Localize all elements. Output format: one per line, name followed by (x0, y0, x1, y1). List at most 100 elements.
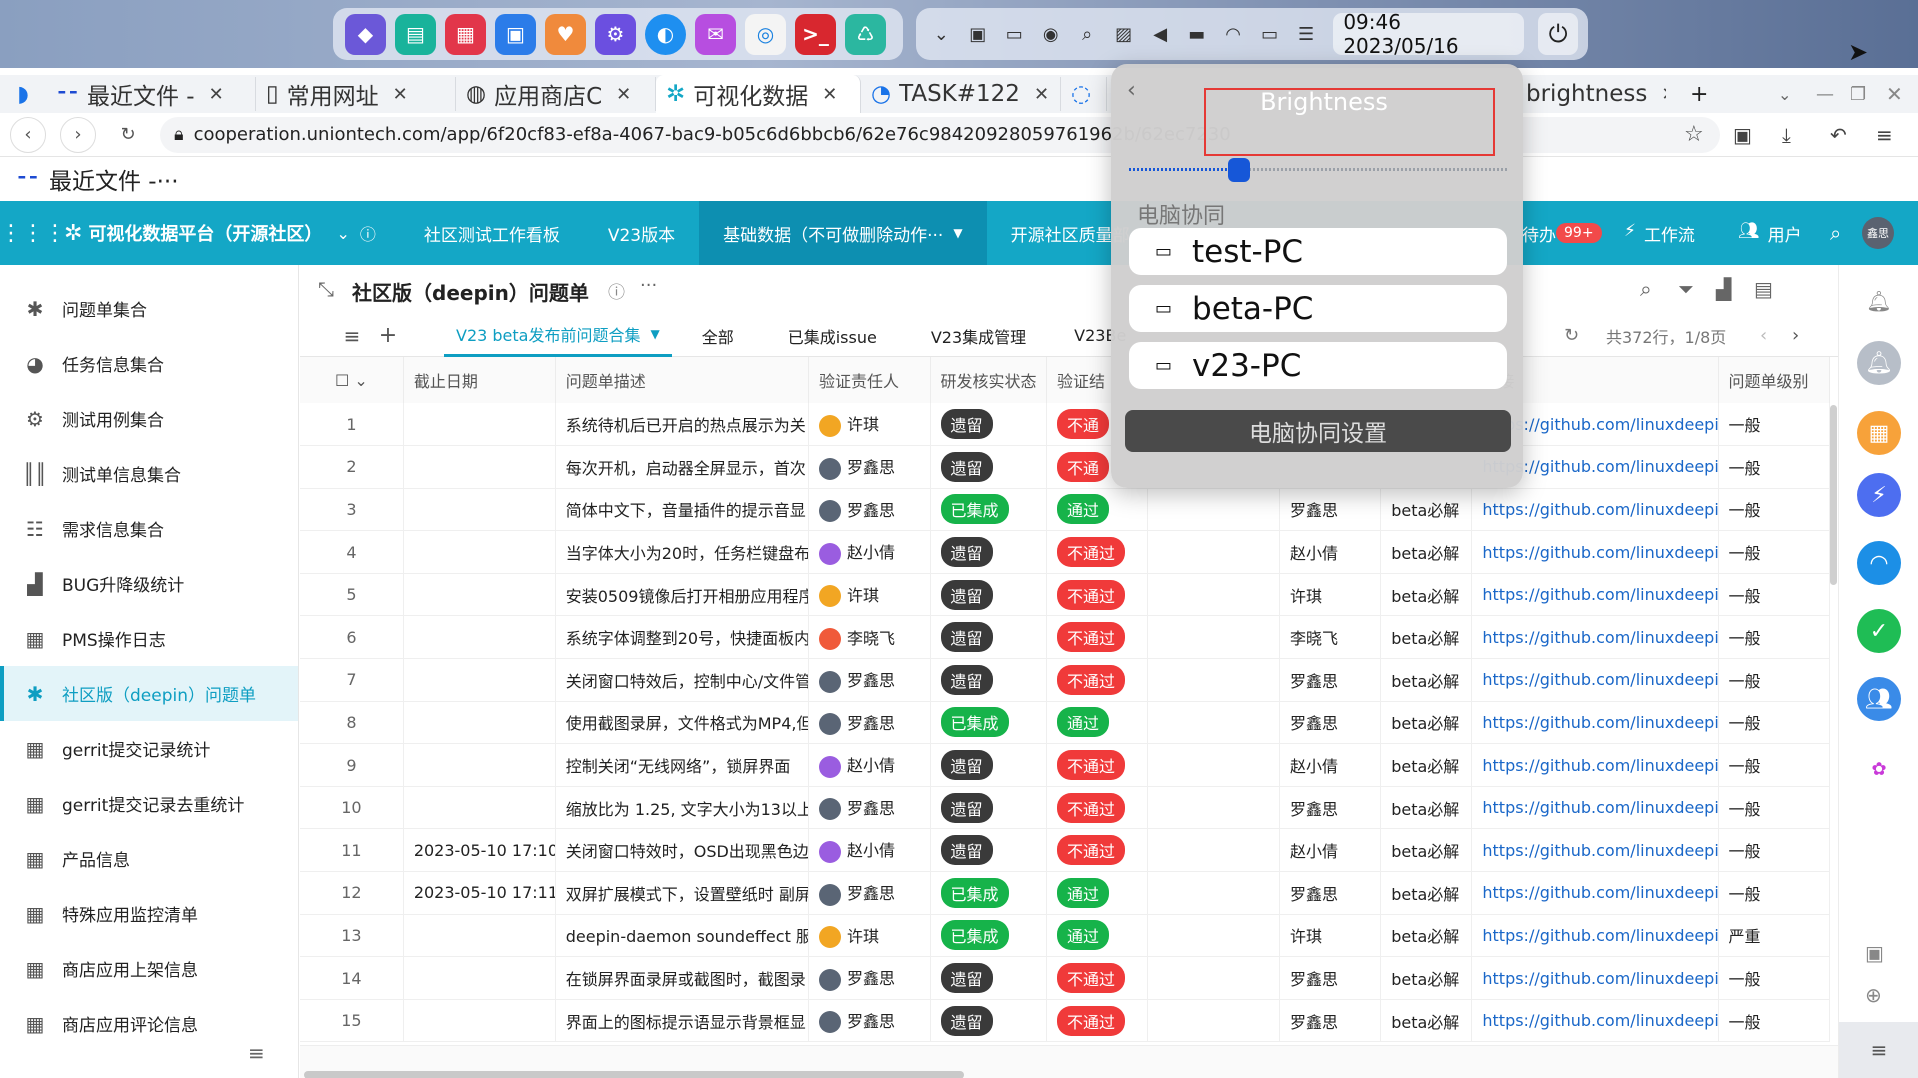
owner-cell[interactable]: 许琪 (808, 573, 931, 617)
mail-icon[interactable]: ✉ (695, 13, 736, 55)
owner-cell[interactable]: 许琪 (808, 914, 931, 958)
new-tab-icon[interactable]: + (1690, 82, 1708, 107)
info-icon[interactable]: ⓘ (608, 278, 625, 303)
maximize-icon[interactable]: ❐ (1850, 84, 1866, 105)
due-date-cell[interactable] (403, 658, 556, 702)
person-cell[interactable]: 罗鑫思 (1279, 658, 1382, 702)
table-row[interactable]: 2 每次开机，启动器全屏显示，首次 罗鑫思 遗留 不通 https://github.co… (300, 445, 1830, 489)
sidebar-item-testcases[interactable]: ⚙ 测试用例集合 (0, 391, 298, 446)
level-cell[interactable]: 一般 (1718, 999, 1830, 1043)
brightness-slider[interactable] (1129, 158, 1507, 182)
dev-status-cell[interactable]: 遗留 (930, 828, 1047, 873)
device-item[interactable]: ▭ test-PC (1129, 228, 1507, 275)
owner-cell[interactable]: 许琪 (808, 403, 931, 447)
chevron-down-icon[interactable]: ⌄ (926, 18, 956, 50)
table-row[interactable]: 4 当字体大小为20时，任务栏键盘布 赵小倩 遗留 不通过 赵小倩 beta必解 https:… (300, 530, 1830, 574)
dev-status-cell[interactable]: 已集成 (930, 914, 1047, 958)
sidebar-item-bug-stats[interactable]: ▟ BUG升降级统计 (0, 556, 298, 611)
nav-v23[interactable]: V23版本 (584, 201, 699, 265)
filter-icon[interactable]: ⏷ (1678, 277, 1694, 301)
sidebar-item-tasks[interactable]: ◕ 任务信息集合 (0, 336, 298, 391)
person-cell[interactable]: 罗鑫思 (1279, 786, 1382, 830)
dev-status-cell[interactable]: 已集成 (930, 871, 1047, 915)
description-cell[interactable]: 双屏扩展模式下，设置壁纸时 副屏 (555, 871, 809, 915)
column-header[interactable]: 验证责任人 (808, 357, 931, 403)
dev-status-cell[interactable]: 遗留 (930, 573, 1047, 617)
more-icon[interactable]: ··· (640, 275, 657, 296)
dev-status-cell[interactable]: 已集成 (930, 488, 1047, 532)
tag-cell[interactable]: beta必解 (1380, 956, 1473, 1000)
verify-result-cell[interactable]: 不通过 (1046, 956, 1149, 1000)
empty-cell[interactable] (1147, 914, 1280, 958)
person-cell[interactable]: 罗鑫思 (1279, 999, 1382, 1043)
description-cell[interactable]: 控制关闭“无线网络”，锁屏界面 (555, 743, 809, 787)
slider-thumb[interactable] (1227, 158, 1250, 182)
owner-cell[interactable]: 李晓飞 (808, 615, 931, 660)
sidebar-item-gerrit-dedup[interactable]: ▦ gerrit提交记录去重统计 (0, 776, 298, 831)
description-cell[interactable]: 缩放比为 1.25, 文字大小为13以上 (555, 786, 809, 830)
device-item[interactable]: ▭ v23-PC (1129, 342, 1507, 389)
dev-status-cell[interactable]: 遗留 (930, 403, 1047, 447)
due-date-cell[interactable] (403, 701, 556, 745)
tag-cell[interactable]: beta必解 (1380, 658, 1473, 702)
table-row[interactable]: 11 2023-05-10 17:10 关闭窗口特效时，OSD出现黑色边 赵小倩 遗留不… (300, 828, 1830, 873)
verify-result-cell[interactable]: 通过 (1046, 488, 1149, 532)
collapse-sidebar-icon[interactable]: ≡ (248, 1041, 265, 1065)
tab-brightness[interactable]: brightness✕ (1516, 77, 1666, 111)
empty-cell[interactable] (1147, 701, 1280, 745)
link-cell[interactable]: https://github.com/linuxdeepin (1471, 999, 1719, 1043)
owner-cell[interactable]: 罗鑫思 (808, 999, 931, 1043)
empty-cell[interactable] (1147, 828, 1280, 873)
settings-icon[interactable]: ⚙ (595, 13, 636, 55)
tab-loading[interactable]: ◌ (1061, 77, 1107, 111)
level-cell[interactable]: 一般 (1718, 615, 1830, 660)
next-page-icon[interactable]: › (1792, 325, 1799, 346)
level-cell[interactable]: 严重 (1718, 914, 1830, 958)
app-indicator-icon[interactable]: ◉ (1035, 18, 1065, 50)
todo-label[interactable]: 待办 (1522, 221, 1556, 246)
sidebar-item-store-listing[interactable]: ▦ 商店应用上架信息 (0, 941, 298, 996)
dev-status-cell[interactable]: 遗留 (930, 530, 1047, 574)
grid-menu-icon[interactable]: ⋮⋮⋮ (0, 221, 66, 246)
link-cell[interactable]: https://github.com/linuxdeepin (1471, 573, 1719, 617)
expand-icon[interactable]: ⤡ (318, 277, 334, 301)
tab-list-icon[interactable]: ⌄ (1778, 85, 1791, 104)
link-cell[interactable]: https://github.com/linuxdeepin (1471, 615, 1719, 660)
column-header[interactable]: 问题单级别 (1718, 357, 1830, 403)
tab-app-store[interactable]: ◍ 应用商店C ✕ (456, 77, 656, 111)
verify-result-cell[interactable]: 不通过 (1046, 615, 1149, 660)
add-view-icon[interactable]: + (372, 323, 404, 348)
person-cell[interactable]: 赵小倩 (1279, 828, 1382, 873)
empty-cell[interactable] (1147, 615, 1280, 660)
dev-status-cell[interactable]: 遗留 (930, 786, 1047, 830)
person-cell[interactable]: 李晓飞 (1279, 615, 1382, 660)
due-date-cell[interactable] (403, 445, 556, 489)
palette-icon[interactable]: ✿ (1857, 747, 1901, 791)
close-icon[interactable]: ✕ (1034, 84, 1049, 105)
description-cell[interactable]: 关闭窗口特效时，OSD出现黑色边 (555, 828, 809, 873)
description-cell[interactable]: 简体中文下，音量插件的提示音显 (555, 488, 809, 532)
chart-icon[interactable]: ▟ (1716, 277, 1731, 301)
verify-result-cell[interactable]: 通过 (1046, 914, 1149, 958)
sidebar-item-testsheets[interactable]: ║║ 测试单信息集合 (0, 446, 298, 501)
verify-result-cell[interactable]: 不通过 (1046, 530, 1149, 574)
description-cell[interactable]: 界面上的图标提示语显示背景框显 (555, 999, 809, 1043)
level-cell[interactable]: 一般 (1718, 530, 1830, 574)
due-date-cell[interactable] (403, 914, 556, 958)
info-icon[interactable]: ⓘ (360, 221, 376, 245)
owner-cell[interactable]: 赵小倩 (808, 828, 931, 873)
undo-icon[interactable]: ↶ (1830, 123, 1847, 147)
description-cell[interactable]: 系统待机后已开启的热点展示为关 (555, 403, 809, 447)
column-header[interactable]: 研发核实状态 (930, 357, 1047, 403)
link-cell[interactable]: https://github.com/linuxdeepin (1471, 488, 1719, 532)
table-row[interactable]: 15 界面上的图标提示语显示背景框显 罗鑫思 遗留 不通过 罗鑫思 beta必解 https:… (300, 999, 1830, 1043)
launcher-icon[interactable]: ◆ (345, 13, 386, 55)
trash-icon[interactable]: ♺ (845, 13, 886, 55)
person-cell[interactable]: 赵小倩 (1279, 743, 1382, 787)
refresh-icon[interactable]: ↻ (1564, 325, 1579, 346)
link-cell[interactable]: https://github.com/linuxdeepin (1471, 658, 1719, 702)
horizontal-scrollbar[interactable] (304, 1071, 964, 1078)
tab-visual-data[interactable]: ✲ 可视化数据 ✕ (656, 75, 861, 113)
level-cell[interactable]: 一般 (1718, 956, 1830, 1000)
link-cell[interactable]: https://github.com/linuxdeepin (1471, 701, 1719, 745)
